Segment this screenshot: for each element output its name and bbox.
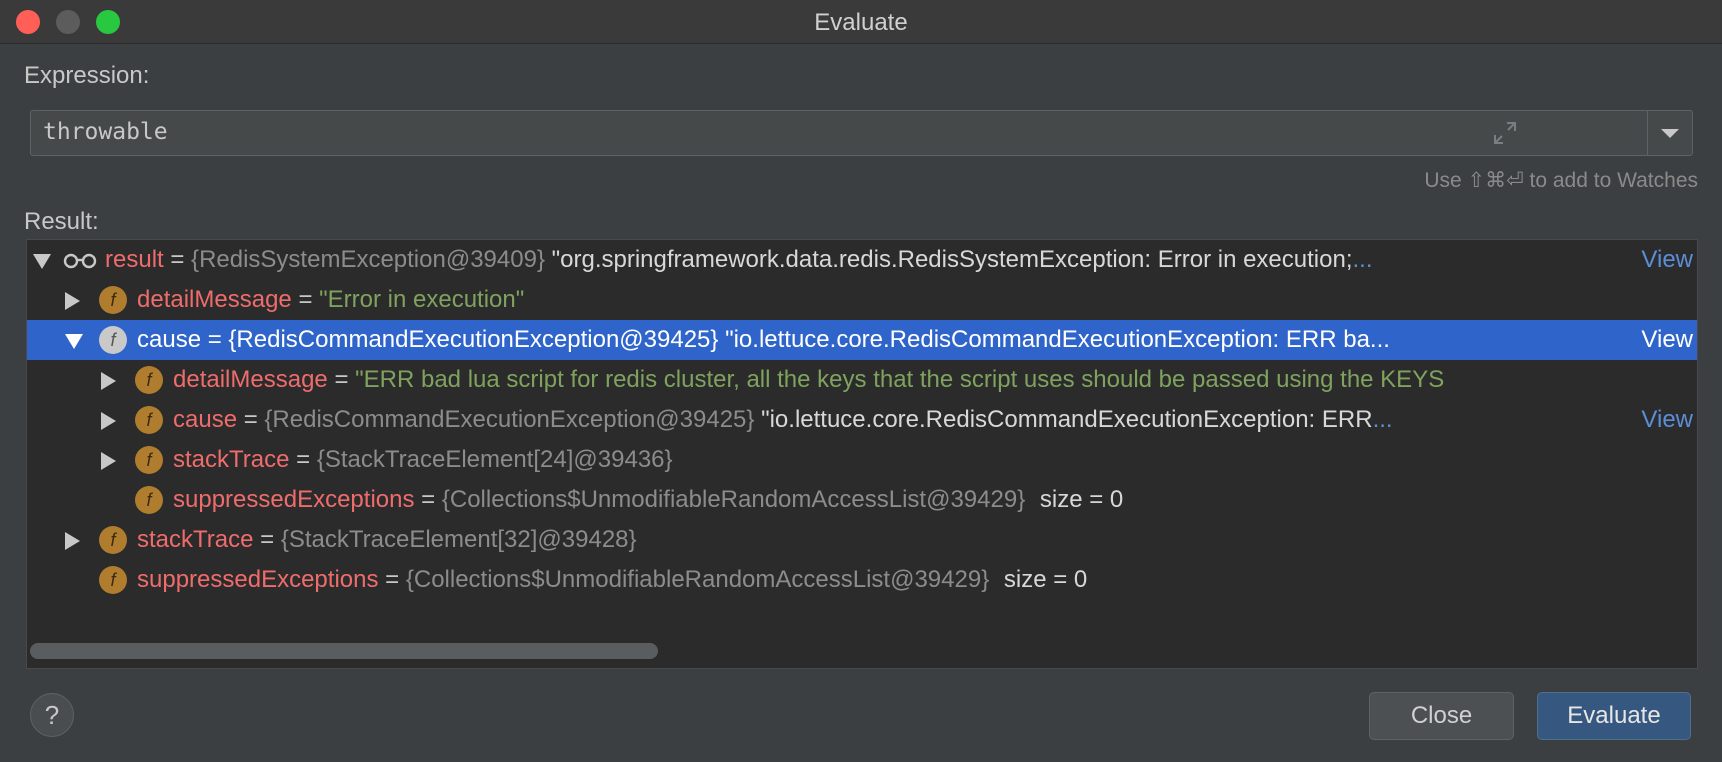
expression-label: Expression: [24, 62, 150, 89]
chevron-down-icon [1661, 129, 1679, 138]
var-type: {StackTraceElement[24]@39436} [316, 446, 673, 473]
tree-row-stacktrace[interactable]: f stackTrace = {StackTraceElement[32]@39… [27, 520, 1697, 560]
expanded-arrow-icon[interactable] [33, 254, 51, 269]
var-name: detailMessage [173, 366, 328, 393]
horizontal-scrollbar[interactable] [30, 643, 658, 659]
tree-row-nested-stacktrace[interactable]: f stackTrace = {StackTraceElement[24]@39… [27, 440, 1697, 480]
equals: = [298, 286, 313, 313]
evaluate-button[interactable]: Evaluate [1537, 692, 1691, 740]
tree-row-nested-detailmessage[interactable]: f detailMessage = "ERR bad lua script fo… [27, 360, 1697, 400]
ellipsis: ... [1369, 326, 1390, 353]
equals: = [296, 446, 311, 473]
result-label: Result: [24, 208, 99, 235]
field-icon: f [135, 486, 163, 514]
equals: = [385, 566, 400, 593]
ellipsis: ... [1352, 246, 1373, 273]
watches-hint: Use ⇧⌘⏎ to add to Watches [1424, 169, 1698, 192]
var-type: {RedisCommandExecutionException@39425} [264, 406, 755, 433]
field-recursive-icon: f [135, 406, 163, 434]
var-name: suppressedExceptions [173, 486, 415, 513]
size-value: size = 0 [1039, 486, 1124, 513]
ellipsis: ... [1372, 406, 1393, 433]
field-icon: f [99, 326, 127, 354]
expanded-arrow-icon[interactable] [65, 334, 83, 349]
var-name: result [105, 246, 164, 273]
expand-icon[interactable] [1491, 119, 1519, 147]
close-button[interactable]: Close [1369, 692, 1514, 740]
help-button[interactable]: ? [30, 693, 74, 737]
equals: = [260, 526, 275, 553]
var-type: {Collections$UnmodifiableRandomAccessLis… [405, 566, 990, 593]
var-type: {RedisCommandExecutionException@39425} [228, 326, 719, 353]
field-icon: f [99, 566, 127, 594]
string-value: "ERR bad lua script for redis cluster, a… [355, 366, 1445, 393]
equals: = [207, 326, 222, 353]
collapsed-arrow-icon[interactable] [101, 452, 116, 470]
var-name: suppressedExceptions [137, 566, 379, 593]
var-name: stackTrace [137, 526, 254, 553]
var-name: cause [173, 406, 238, 433]
collapsed-arrow-icon[interactable] [101, 412, 116, 430]
view-link[interactable]: View [1641, 240, 1693, 280]
var-name: cause [137, 326, 202, 353]
field-icon: f [99, 286, 127, 314]
equals: = [170, 246, 185, 273]
var-value: "org.springframework.data.redis.RedisSys… [551, 246, 1353, 273]
field-icon: f [135, 366, 163, 394]
watch-glasses-icon [63, 253, 97, 269]
tree-row-result[interactable]: result = {RedisSystemException@39409} "o… [27, 240, 1697, 280]
equals: = [243, 406, 258, 433]
var-value: "io.lettuce.core.RedisCommandExecutionEx… [725, 326, 1370, 353]
window-title: Evaluate [814, 9, 908, 36]
collapsed-arrow-icon[interactable] [65, 292, 80, 310]
tree-row-nested-cause[interactable]: f cause = {RedisCommandExecutionExceptio… [27, 400, 1697, 440]
string-value: "Error in execution" [319, 286, 525, 313]
tree-row-suppressed[interactable]: f suppressedExceptions = {Collections$Un… [27, 560, 1697, 600]
result-tree[interactable]: result = {RedisSystemException@39409} "o… [26, 239, 1698, 669]
history-dropdown-button[interactable] [1647, 110, 1693, 156]
expression-value[interactable]: throwable [43, 119, 168, 145]
var-type: {Collections$UnmodifiableRandomAccessLis… [441, 486, 1026, 513]
collapsed-arrow-icon[interactable] [65, 532, 80, 550]
var-type: {RedisSystemException@39409} [191, 246, 545, 273]
tree-row-detailmessage[interactable]: f detailMessage = "Error in execution" [27, 280, 1697, 320]
var-name: stackTrace [173, 446, 290, 473]
equals: = [334, 366, 349, 393]
field-icon: f [135, 446, 163, 474]
var-type: {StackTraceElement[32]@39428} [280, 526, 637, 553]
view-link[interactable]: View [1641, 320, 1693, 360]
title-bar: Evaluate [0, 0, 1722, 44]
var-name: detailMessage [137, 286, 292, 313]
view-link[interactable]: View [1641, 400, 1693, 440]
tree-row-cause-selected[interactable]: f cause = {RedisCommandExecutionExceptio… [27, 320, 1697, 360]
collapsed-arrow-icon[interactable] [101, 372, 116, 390]
var-value: "io.lettuce.core.RedisCommandExecutionEx… [761, 406, 1373, 433]
equals: = [421, 486, 436, 513]
field-icon: f [99, 526, 127, 554]
tree-row-nested-suppressed[interactable]: f suppressedExceptions = {Collections$Un… [27, 480, 1697, 520]
size-value: size = 0 [1003, 566, 1088, 593]
expression-input[interactable]: throwable [30, 110, 1649, 156]
